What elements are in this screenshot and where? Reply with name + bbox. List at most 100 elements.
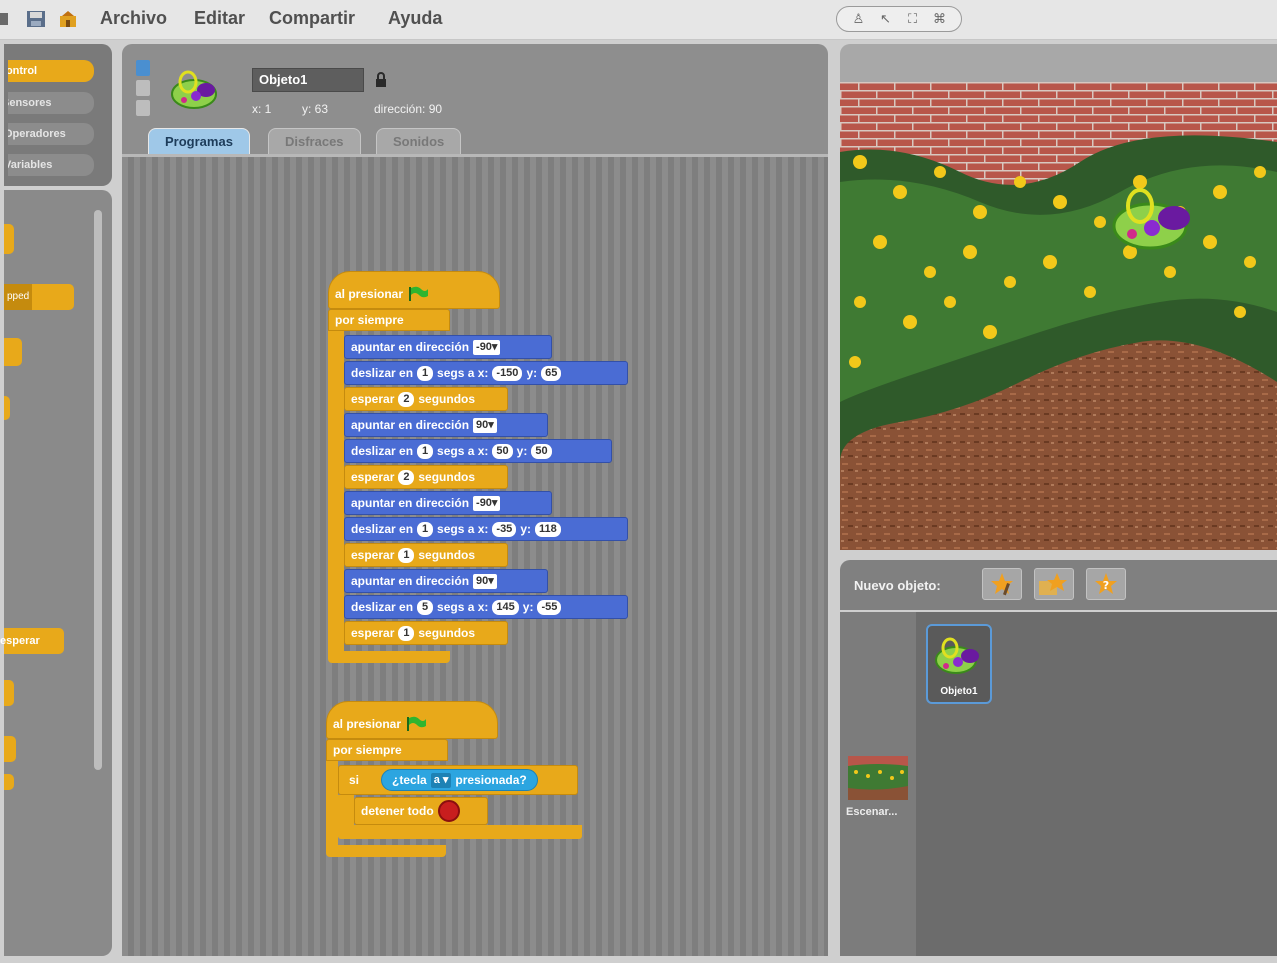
direction-dropdown[interactable]: -90▾ <box>473 495 501 511</box>
glide-x-input[interactable]: -150 <box>492 365 523 381</box>
glide-y-input[interactable]: -55 <box>537 599 562 615</box>
tab-sounds[interactable]: Sonidos <box>376 128 462 154</box>
wait-block[interactable]: esperar 2 segundos <box>344 387 508 411</box>
glide-y-input[interactable]: 65 <box>541 365 562 381</box>
share-icon[interactable] <box>58 10 78 28</box>
block-label: esperar <box>351 470 395 484</box>
glide-y-input[interactable]: 50 <box>531 443 552 459</box>
grow-icon[interactable]: ↖ <box>875 9 897 29</box>
lock-icon[interactable] <box>374 72 388 88</box>
edit-mode-icon[interactable]: ♙ <box>848 9 870 29</box>
glide-y-input[interactable]: 118 <box>534 521 561 537</box>
wait-secs-input[interactable]: 1 <box>398 625 415 641</box>
palette-block[interactable] <box>4 396 10 420</box>
wait-secs-input[interactable]: 2 <box>398 391 415 407</box>
stage-sprite[interactable] <box>1104 182 1206 254</box>
palette-block-wait-until[interactable]: esperar <box>0 628 64 654</box>
glide-block[interactable]: deslizar en 5 segs a x: 145 y: -55 <box>344 595 628 619</box>
direction-dropdown[interactable]: -90▾ <box>473 339 501 355</box>
menu-editar[interactable]: Editar <box>194 8 245 29</box>
block-label: segs a x: <box>437 600 489 614</box>
sprite-name-field[interactable]: Objeto1 <box>252 68 364 92</box>
save-icon[interactable] <box>26 10 46 28</box>
stop-all-block[interactable]: detener todo <box>354 797 488 825</box>
wait-block[interactable]: esperar 1 segundos <box>344 543 508 567</box>
direction-dropdown[interactable]: 90▾ <box>473 573 497 589</box>
rotate-icon[interactable] <box>136 60 150 76</box>
sprite-tile-objeto1[interactable]: Objeto1 <box>926 624 992 704</box>
forever-block[interactable]: por siempre <box>326 739 448 761</box>
glide-x-input[interactable]: -35 <box>492 521 517 537</box>
key-dropdown[interactable]: a ▾ <box>430 772 452 788</box>
sprite-info-header: Objeto1 x: 1 y: 63 dirección: 90 Program… <box>122 44 828 154</box>
point-direction-block[interactable]: apuntar en dirección -90▾ <box>344 335 552 359</box>
point-direction-block[interactable]: apuntar en dirección 90▾ <box>344 569 548 593</box>
direction-dropdown[interactable]: 90▾ <box>473 417 497 433</box>
paint-new-sprite-button[interactable] <box>982 568 1022 600</box>
block-label: apuntar en dirección <box>351 340 470 354</box>
small-stage-icon[interactable]: ⛶ <box>902 9 924 29</box>
if-block[interactable]: si ¿tecla a ▾ presionada? <box>338 765 578 795</box>
key-pressed-block[interactable]: ¿tecla a ▾ presionada? <box>381 769 538 791</box>
point-direction-block[interactable]: apuntar en dirección 90▾ <box>344 413 548 437</box>
glide-x-input[interactable]: 50 <box>492 443 513 459</box>
glide-secs-input[interactable]: 1 <box>417 521 434 537</box>
palette-block[interactable] <box>4 680 14 706</box>
when-flag-clicked-block[interactable]: al presionar <box>328 271 500 309</box>
glide-block[interactable]: deslizar en 1 segs a x: -150 y: 65 <box>344 361 628 385</box>
tab-costumes[interactable]: Disfraces <box>268 128 361 154</box>
menu-bar: Archivo Editar Compartir Ayuda ♙ ↖ ⛶ ⌘ <box>0 0 1277 40</box>
language-icon[interactable] <box>0 10 20 28</box>
glide-secs-input[interactable]: 1 <box>417 443 434 459</box>
category-operators[interactable]: Operadores <box>8 123 94 145</box>
palette-block[interactable] <box>4 338 22 366</box>
category-control[interactable]: Control <box>8 60 94 82</box>
palette-block-broadcast[interactable]: pped <box>4 284 74 310</box>
presentation-icon[interactable]: ⌘ <box>929 9 951 29</box>
category-panel: Control Sensores Operadores Variables <box>4 44 112 186</box>
flip-icon[interactable] <box>136 80 150 96</box>
category-sensing[interactable]: Sensores <box>8 92 94 114</box>
stage-label: Escenar... <box>846 806 898 818</box>
new-sprite-label: Nuevo objeto: <box>854 578 941 593</box>
tab-scripts[interactable]: Programas <box>148 128 250 154</box>
palette-block-label: pped <box>4 284 33 310</box>
menu-compartir[interactable]: Compartir <box>269 8 355 29</box>
glide-secs-input[interactable]: 1 <box>417 365 434 381</box>
green-flag-icon <box>407 716 427 731</box>
forever-block[interactable]: por siempre <box>328 309 450 331</box>
stage-thumbnail-column: Escenar... <box>840 612 916 956</box>
glide-block[interactable]: deslizar en 1 segs a x: -35 y: 118 <box>344 517 628 541</box>
category-variables[interactable]: Variables <box>8 154 94 176</box>
block-label: segundos <box>418 548 476 562</box>
block-label: deslizar en <box>351 600 414 614</box>
glide-block[interactable]: deslizar en 1 segs a x: 50 y: 50 <box>344 439 612 463</box>
menu-ayuda[interactable]: Ayuda <box>388 8 442 29</box>
palette-block[interactable] <box>4 736 16 762</box>
palette-scrollbar[interactable] <box>94 210 102 770</box>
wait-block[interactable]: esperar 2 segundos <box>344 465 508 489</box>
palette-block[interactable] <box>4 774 14 790</box>
block-label: segundos <box>418 470 476 484</box>
random-sprite-button[interactable]: ? <box>1086 568 1126 600</box>
menu-archivo[interactable]: Archivo <box>100 8 167 29</box>
when-flag-clicked-block[interactable]: al presionar <box>326 701 498 739</box>
stage-thumbnail[interactable] <box>848 756 908 800</box>
block-label: apuntar en dirección <box>351 418 470 432</box>
wait-secs-input[interactable]: 1 <box>398 547 415 563</box>
glide-secs-input[interactable]: 5 <box>417 599 434 615</box>
scripts-area[interactable]: al presionar por siempre apuntar en dire… <box>122 154 828 956</box>
wait-block[interactable]: esperar 1 segundos <box>344 621 508 645</box>
forever-block-arm <box>328 331 344 655</box>
wait-secs-input[interactable]: 2 <box>398 469 415 485</box>
point-direction-block[interactable]: apuntar en dirección -90▾ <box>344 491 552 515</box>
palette-block[interactable] <box>4 224 14 254</box>
stage[interactable] <box>840 82 1277 550</box>
no-rotate-icon[interactable] <box>136 100 150 116</box>
block-label: segs a x: <box>437 444 489 458</box>
glide-x-input[interactable]: 145 <box>492 599 519 615</box>
choose-sprite-button[interactable] <box>1034 568 1074 600</box>
hat-label: al presionar <box>335 287 404 301</box>
sprite-direction: dirección: 90 <box>374 102 443 116</box>
block-label: y: <box>526 366 538 380</box>
